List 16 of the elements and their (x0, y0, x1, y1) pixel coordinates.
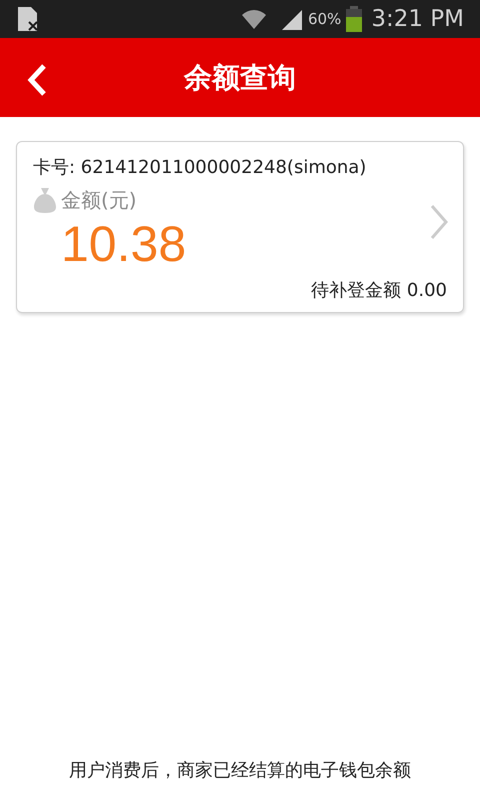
balance-amount: 10.38 (61, 219, 186, 269)
balance-card[interactable]: 卡号: 621412011000002248(simona) 金额(元) 10.38 待补登金额 0.00 (16, 141, 464, 313)
amount-label: 金额(元) (61, 187, 137, 214)
signal-icon (280, 8, 304, 30)
sim-card-icon (16, 6, 40, 32)
wifi-icon (240, 7, 268, 31)
chevron-right-icon (429, 204, 449, 240)
card-number: 卡号: 621412011000002248(simona) (33, 156, 368, 180)
footer-note: 用户消费后，商家已经结算的电子钱包余额 (68, 759, 412, 783)
page-title: 余额查询 (184, 60, 296, 96)
clock: 3:21 PM (371, 4, 464, 34)
money-bag-icon (33, 187, 57, 213)
pending-amount: 待补登金额 0.00 (311, 279, 447, 303)
battery-icon (345, 6, 364, 32)
battery-percent: 60% (308, 8, 342, 30)
back-icon (26, 63, 48, 97)
